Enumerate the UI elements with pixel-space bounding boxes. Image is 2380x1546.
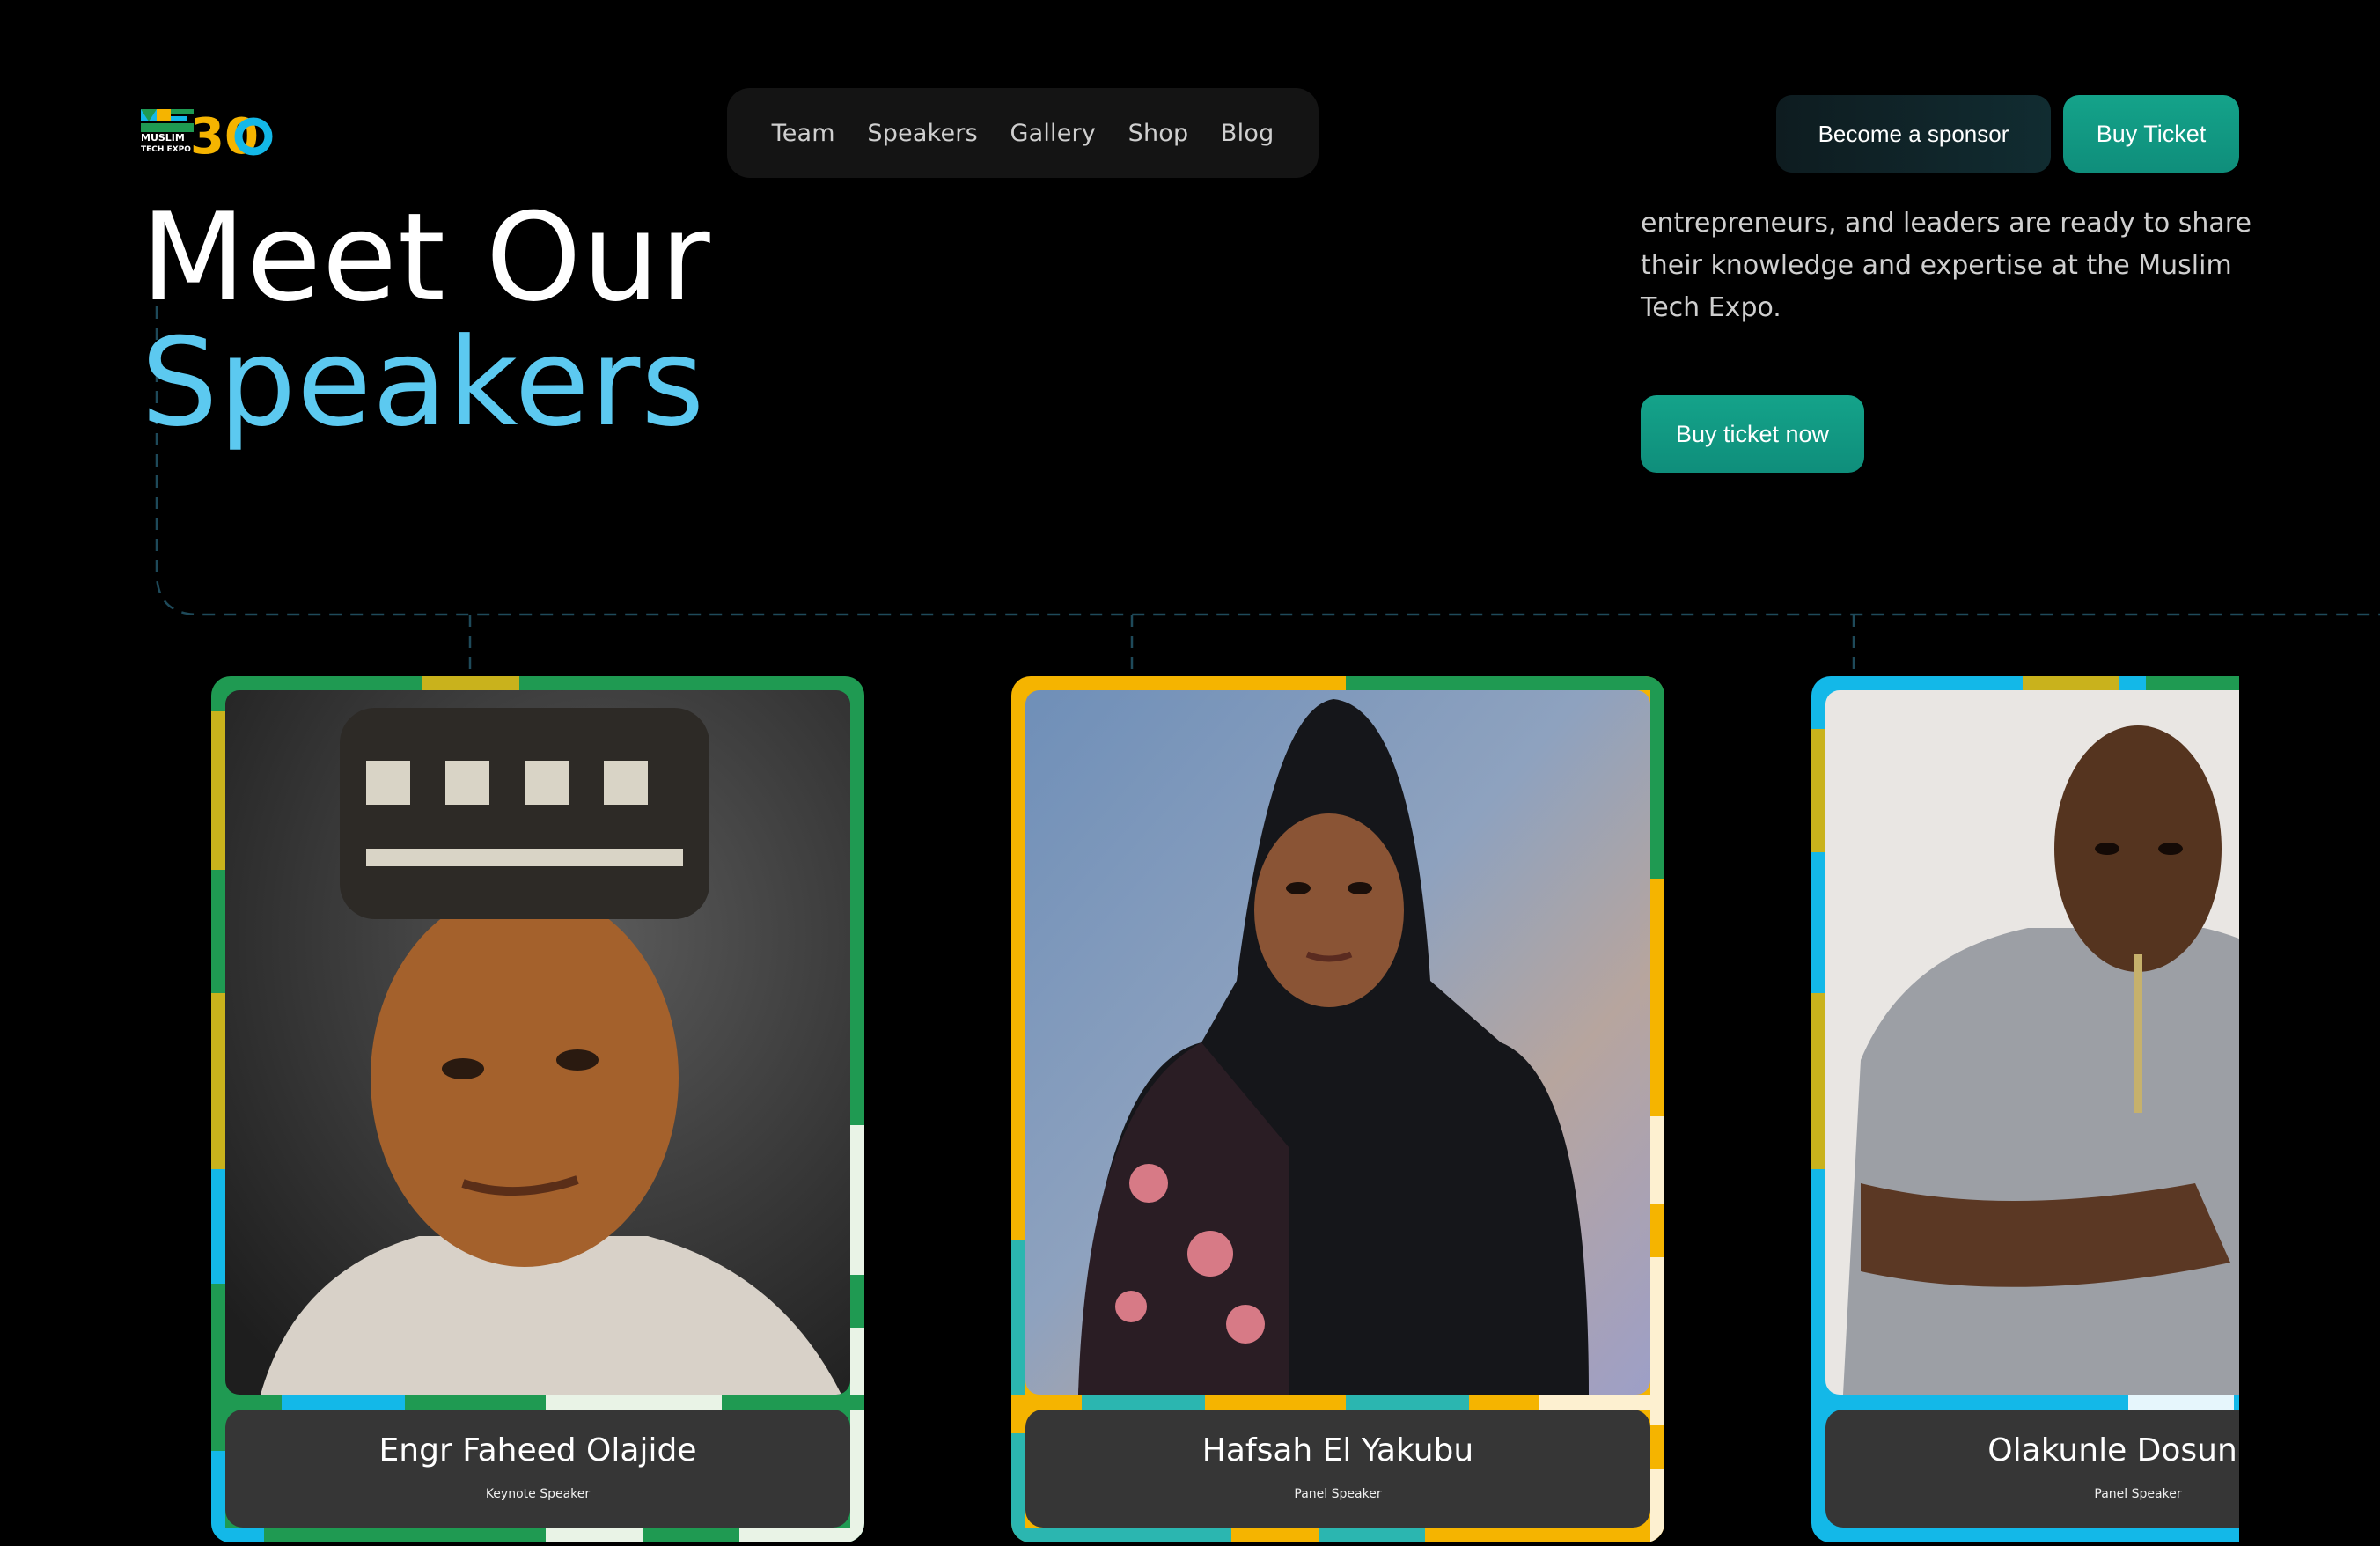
speaker-name-panel: Hafsah El Yakubu Panel Speaker bbox=[1025, 1410, 1650, 1528]
speaker-role: Panel Speaker bbox=[2094, 1487, 2182, 1501]
speaker-name-panel: Engr Faheed Olajide Keynote Speaker bbox=[225, 1410, 850, 1528]
speaker-card[interactable]: Olakunle Dosunmu Panel Speaker bbox=[1811, 676, 2239, 1542]
speaker-name-panel: Olakunle Dosunmu Panel Speaker bbox=[1825, 1410, 2239, 1528]
speaker-name: Engr Faheed Olajide bbox=[378, 1432, 697, 1469]
speaker-role: Panel Speaker bbox=[1294, 1487, 1382, 1501]
speaker-carousel: Engr Faheed Olajide Keynote Speaker Hafs… bbox=[0, 0, 2239, 1546]
speaker-photo bbox=[1825, 690, 2239, 1395]
speaker-name: Olakunle Dosunmu bbox=[1987, 1432, 2239, 1469]
speaker-name: Hafsah El Yakubu bbox=[1201, 1432, 1474, 1469]
speaker-role: Keynote Speaker bbox=[485, 1487, 591, 1501]
speaker-photo bbox=[1025, 690, 1650, 1395]
speaker-card[interactable]: Engr Faheed Olajide Keynote Speaker bbox=[211, 676, 864, 1542]
speaker-photo bbox=[225, 690, 850, 1395]
speaker-card[interactable]: Hafsah El Yakubu Panel Speaker bbox=[1011, 676, 1664, 1542]
